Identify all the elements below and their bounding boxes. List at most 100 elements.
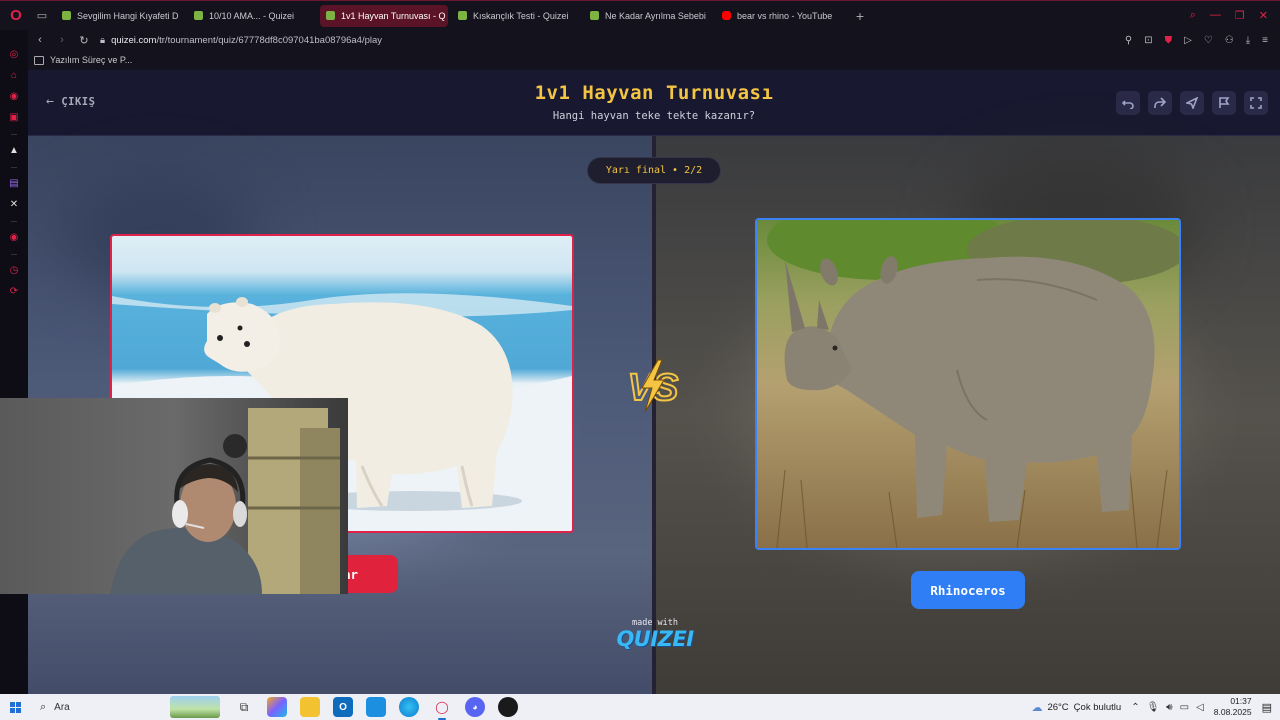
- versus-emblem: VS: [627, 359, 679, 413]
- tab-label: Kıskançlık Testi - Quizei: [473, 10, 569, 21]
- network-icon[interactable]: ▭: [1180, 702, 1189, 713]
- forward-icon[interactable]: ›: [56, 34, 68, 46]
- task-view-icon[interactable]: ⧉: [234, 697, 254, 717]
- opera-logo-icon[interactable]: O: [0, 1, 32, 31]
- lock-icon: 🔒︎: [100, 34, 106, 46]
- rhinoceros-image: [757, 220, 1179, 548]
- new-tab-icon[interactable]: +: [850, 5, 870, 27]
- obs-icon[interactable]: [498, 697, 518, 717]
- fullscreen-button[interactable]: [1244, 91, 1268, 115]
- chevron-up-icon[interactable]: ⌃: [1131, 702, 1139, 713]
- start-button[interactable]: [0, 701, 30, 713]
- volume-icon[interactable]: ◁: [1196, 702, 1204, 713]
- send-button[interactable]: [1180, 91, 1204, 115]
- x-twitter-icon[interactable]: ✕: [9, 200, 19, 210]
- notification-icon[interactable]: ▤: [1262, 701, 1272, 714]
- messenger-icon[interactable]: ◉: [9, 92, 19, 102]
- close-icon[interactable]: ✕: [1259, 9, 1268, 22]
- clock[interactable]: 01:37 8.08.2025: [1214, 696, 1252, 718]
- windows-logo-icon: [9, 701, 21, 713]
- quizei-favicon-icon: [194, 11, 203, 20]
- file-explorer-icon[interactable]: [300, 697, 320, 717]
- round-badge: Yarı final • 2/2: [587, 157, 721, 184]
- tab-label: bear vs rhino - YouTube: [737, 10, 833, 21]
- report-button[interactable]: [1212, 91, 1236, 115]
- tab-label: Ne Kadar Ayrılma Sebebi: [605, 10, 706, 21]
- discord-icon[interactable]: ◕: [465, 697, 485, 717]
- bookmark-item[interactable]: Yazılım Süreç ve P...: [50, 55, 132, 65]
- browser-tab-active[interactable]: 1v1 Hayvan Turnuvası - Q: [320, 4, 448, 27]
- browser-tab[interactable]: Sevgilim Hangi Kıyafeti D: [56, 5, 184, 27]
- browser-tab[interactable]: 10/10 AMA... - Quizei: [188, 5, 316, 27]
- opera-gx-icon[interactable]: ◯: [432, 697, 452, 720]
- clock-date: 8.08.2025: [1213, 707, 1252, 717]
- made-with-quizei[interactable]: made with QUIZEI: [608, 618, 702, 650]
- page-subtitle: Hangi hayvan teke tekte kazanır?: [552, 110, 756, 122]
- bookmarks-bar: Yazılım Süreç ve P...: [28, 50, 1280, 70]
- profile-icon[interactable]: ⚇: [1225, 35, 1234, 46]
- edge-icon[interactable]: [399, 697, 419, 717]
- search-placeholder: Ara: [54, 701, 70, 713]
- adblock-shield-icon[interactable]: ⛊: [1165, 35, 1173, 46]
- url-field[interactable]: 🔒︎ quizei.com/tr/tournament/quiz/67778df…: [100, 35, 382, 46]
- webcam-overlay: [0, 398, 348, 594]
- quizei-logo: QUIZEI: [616, 627, 694, 651]
- reload-icon[interactable]: ↻: [78, 34, 90, 47]
- speaker-icon[interactable]: 🔊︎: [1166, 702, 1172, 713]
- menu-icon[interactable]: ≡: [1262, 35, 1268, 46]
- url-host: quizei.com: [111, 34, 157, 46]
- tab-islands-icon[interactable]: ▭: [32, 1, 52, 31]
- snapshot-icon[interactable]: ⊡: [1144, 35, 1152, 46]
- download-icon[interactable]: ⤓: [1246, 35, 1250, 46]
- flag-icon: [1219, 97, 1230, 108]
- browser-tab[interactable]: bear vs rhino - YouTube: [716, 5, 844, 27]
- microphone-icon[interactable]: 🎙︎: [1147, 702, 1160, 713]
- maximize-icon[interactable]: ❐: [1235, 9, 1245, 22]
- extensions-icon[interactable]: ⟳: [9, 287, 19, 297]
- address-bar: ‹ › ↻ 🔒︎ quizei.com/tr/tournament/quiz/6…: [28, 30, 1280, 50]
- aria-icon[interactable]: ◎: [9, 50, 19, 60]
- weather-widget[interactable]: ☁ 26°C Çok bulutlu: [1031, 701, 1121, 714]
- search-tabs-icon[interactable]: ⌕: [1190, 9, 1196, 22]
- twitch-icon[interactable]: ▤: [9, 179, 19, 189]
- heart-icon[interactable]: ♡: [1204, 35, 1213, 46]
- back-icon[interactable]: ‹: [34, 34, 46, 46]
- minimize-icon[interactable]: —: [1210, 9, 1221, 22]
- quizei-favicon-icon: [326, 11, 335, 20]
- outlook-icon[interactable]: O: [333, 697, 353, 717]
- browser-tab[interactable]: Ne Kadar Ayrılma Sebebi: [584, 5, 712, 27]
- store-icon[interactable]: [366, 697, 386, 717]
- rhinoceros-choice-button[interactable]: Rhinoceros: [911, 571, 1025, 609]
- search-highlight-image[interactable]: [170, 696, 220, 718]
- share-button[interactable]: [1148, 91, 1172, 115]
- quizei-favicon-icon: [458, 11, 467, 20]
- quizei-favicon-icon: [62, 11, 71, 20]
- shopping-icon[interactable]: ⌂: [9, 71, 19, 81]
- browser-tab[interactable]: Kıskançlık Testi - Quizei: [452, 5, 580, 27]
- weather-desc: Çok bulutlu: [1073, 701, 1122, 713]
- webcam-video-image: [0, 398, 348, 594]
- rhino-choice-card[interactable]: [755, 218, 1181, 550]
- url-path: /tr/tournament/quiz/67778df8c097041ba087…: [156, 34, 383, 46]
- cloud-icon: ☁: [1031, 701, 1043, 714]
- mail-icon[interactable]: ▣: [9, 113, 19, 123]
- page-title: 1v1 Hayvan Turnuvası: [534, 82, 774, 104]
- player-icon[interactable]: ◉: [9, 233, 19, 243]
- fullscreen-icon: [1250, 97, 1262, 109]
- copilot-icon[interactable]: [267, 697, 287, 717]
- share-icon: [1154, 97, 1166, 108]
- search-icon: ⌕: [40, 700, 47, 713]
- browser-tab-bar: O ▭ Sevgilim Hangi Kıyafeti D 10/10 AMA.…: [0, 0, 1280, 30]
- windows-taskbar: ⌕ Ara ⧉ O ◯ ◕ ☁ 26°C Çok bulutlu ⌃ 🎙︎ 🔊︎…: [0, 694, 1280, 720]
- play-icon[interactable]: ▷: [1184, 35, 1192, 46]
- weather-temp: 26°C: [1047, 701, 1069, 713]
- pin-icon[interactable]: ⚲: [1125, 35, 1132, 46]
- send-icon: [1186, 97, 1198, 109]
- history-icon[interactable]: ◷: [9, 266, 19, 276]
- undo-button[interactable]: [1116, 91, 1140, 115]
- youtube-favicon-icon: [722, 11, 731, 20]
- folder-icon: [34, 55, 44, 65]
- aria-ai-icon[interactable]: ▲: [9, 146, 19, 156]
- taskbar-search[interactable]: ⌕ Ara: [30, 701, 170, 714]
- app-header: ← ÇIKIŞ 1v1 Hayvan Turnuvası Hangi hayva…: [28, 70, 1280, 136]
